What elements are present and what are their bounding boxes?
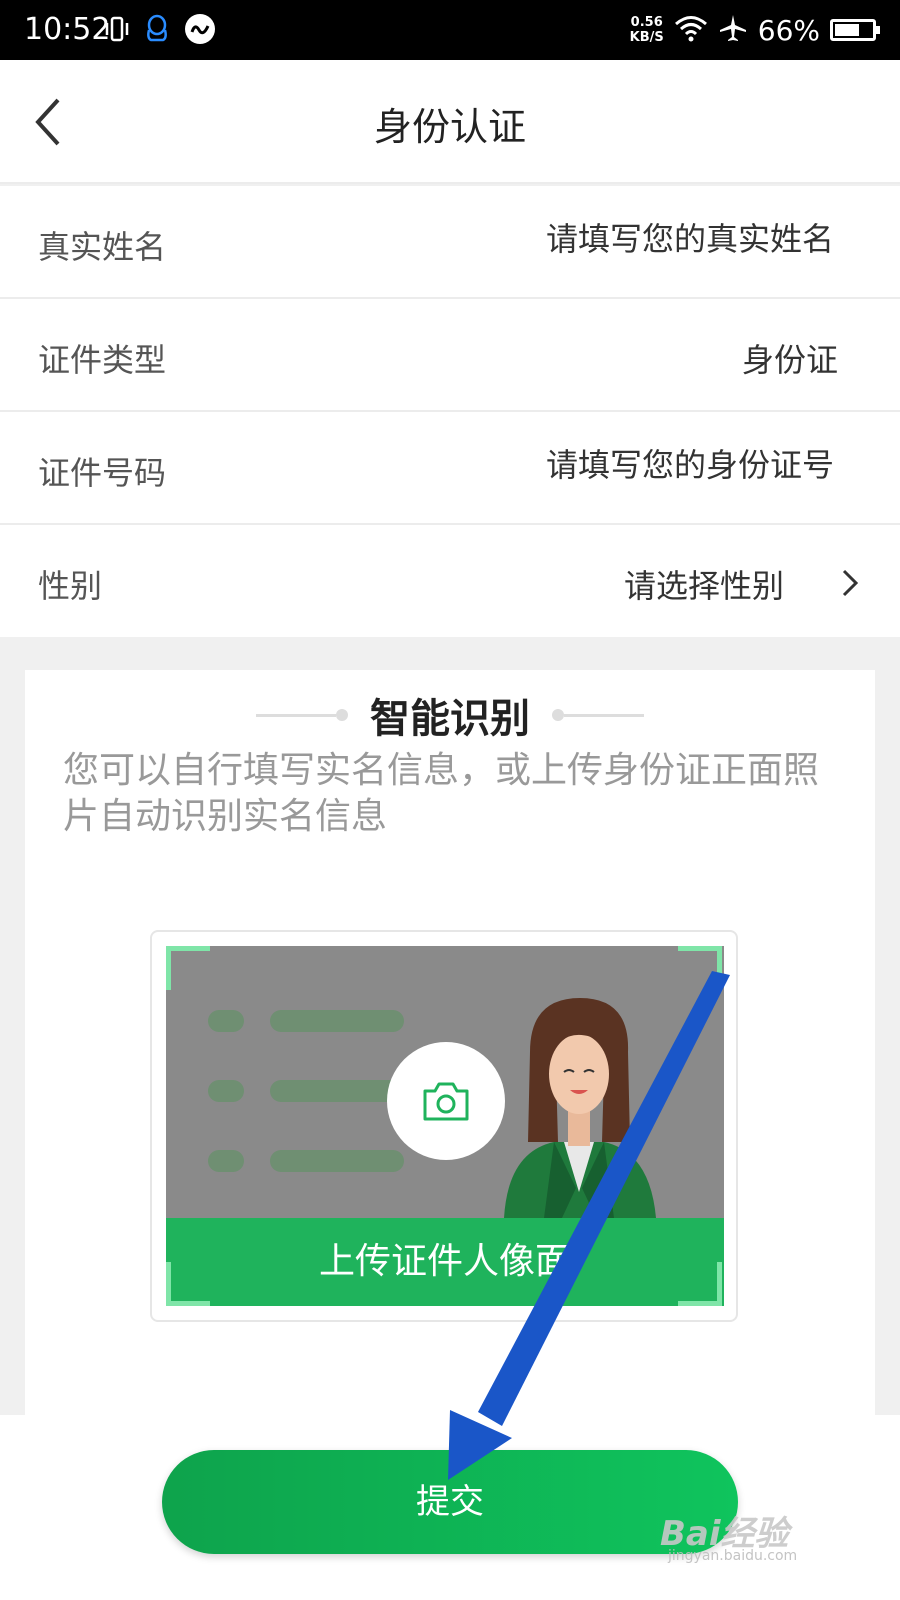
card-title-row: 智能识别 [25, 690, 875, 742]
identity-form: 真实姓名 证件类型 身份证 证件号码 性别 请选择性别 [0, 186, 900, 637]
gender-label: 性别 [38, 567, 103, 605]
title-divider-left [256, 713, 336, 717]
status-right-icons: 0.56 KB/S 66% [630, 10, 880, 50]
camera-icon [423, 1082, 469, 1121]
network-speed-value: 0.56 [630, 15, 663, 30]
title-dot-left [336, 709, 348, 721]
vibrate-icon [104, 14, 130, 48]
network-speed-unit: KB/S [629, 30, 664, 45]
network-speed: 0.56 KB/S [630, 15, 664, 45]
id-placeholder-bar [208, 1010, 244, 1032]
scan-corner-bottom-left [166, 1262, 210, 1306]
card-description: 您可以自行填写实名信息，或上传身份证正面照片自动识别实名信息 [63, 750, 820, 837]
watermark-url: jingyan.baidu.com [668, 1548, 798, 1564]
submit-button[interactable]: 提交 [162, 1450, 738, 1554]
id-type-value: 身份证 [741, 341, 838, 379]
status-time: 10:52 [24, 12, 111, 47]
id-placeholder-bar [270, 1080, 404, 1102]
qq-icon [144, 14, 170, 48]
name-label: 真实姓名 [38, 228, 167, 266]
scan-corner-bottom-right [678, 1262, 722, 1306]
id-placeholder-bar [208, 1080, 244, 1102]
status-bar: 10:52 0.56 KB/S 66% [0, 0, 900, 60]
id-placeholder-bar [208, 1150, 244, 1172]
app-notification-icon [184, 13, 216, 49]
id-number-label: 证件号码 [38, 454, 167, 492]
chevron-right-icon [842, 569, 859, 597]
title-divider-right [564, 713, 644, 717]
status-left-icons [104, 14, 216, 48]
battery-level-fill [835, 24, 859, 36]
scan-corner-top-left [166, 946, 210, 990]
id-type-label: 证件类型 [38, 341, 167, 379]
wifi-icon [674, 14, 708, 46]
id-card-illustration: 上传证件人像面 [166, 946, 724, 1306]
baidu-jingyan-watermark: Bai经验 jingyan.baidu.com [660, 1502, 840, 1564]
form-row-name: 真实姓名 [0, 186, 900, 299]
form-row-gender[interactable]: 性别 请选择性别 [0, 525, 900, 637]
name-input[interactable] [414, 220, 834, 258]
page-title: 身份认证 [373, 105, 526, 149]
battery-icon [830, 19, 880, 41]
camera-button[interactable] [387, 1042, 505, 1160]
id-placeholder-bar [270, 1010, 404, 1032]
card-title: 智能识别 [370, 696, 530, 742]
scan-corner-top-right [678, 946, 722, 990]
id-number-input[interactable] [414, 446, 834, 484]
form-row-id-number: 证件号码 [0, 412, 900, 525]
page-header: 身份认证 [0, 60, 900, 184]
bottom-bar: 提交 Bai经验 jingyan.baidu.com [0, 1415, 900, 1600]
upload-id-label: 上传证件人像面 [166, 1218, 724, 1306]
smart-recognition-card: 智能识别 您可以自行填写实名信息，或上传身份证正面照片自动识别实名信息 上传证件… [25, 670, 875, 1415]
id-placeholder-bar [270, 1150, 404, 1172]
portrait-illustration [504, 998, 656, 1218]
gender-select[interactable]: 请选择性别 [364, 561, 784, 607]
title-dot-right [552, 709, 564, 721]
form-row-id-type[interactable]: 证件类型 身份证 [0, 299, 900, 412]
airplane-mode-icon [718, 13, 748, 47]
battery-percent: 66% [757, 13, 820, 47]
id-upload-area[interactable]: 上传证件人像面 [150, 930, 738, 1322]
